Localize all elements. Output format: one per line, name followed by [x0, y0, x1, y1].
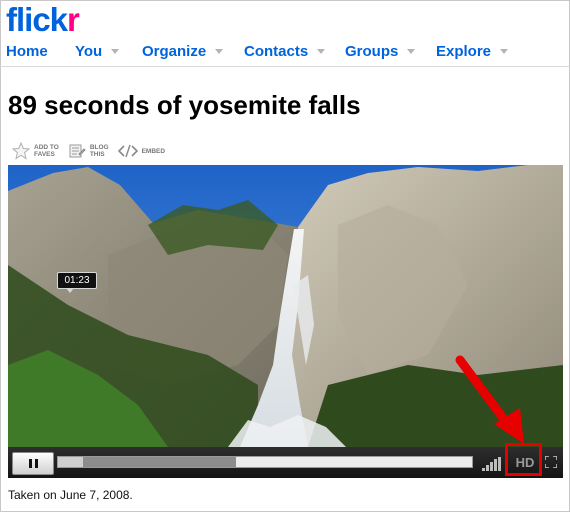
nav-label: Contacts	[244, 42, 309, 60]
buffered-progress	[58, 457, 236, 467]
nav-item-contacts[interactable]: Contacts	[244, 40, 326, 62]
photo-taken-date: Taken on June 7, 2008.	[8, 488, 133, 502]
nav-item-explore[interactable]: Explore	[436, 40, 509, 62]
player-controls: HD	[8, 447, 563, 478]
flickr-logo[interactable]: flickr	[6, 1, 80, 39]
time-tooltip: 01:23	[57, 272, 97, 293]
seek-bar[interactable]	[57, 456, 473, 468]
add-to-faves-button[interactable]: ADD TO FAVES	[12, 142, 59, 160]
star-icon	[12, 142, 30, 160]
signal-bars-icon	[482, 457, 504, 471]
embed-label: EMBED	[141, 147, 166, 155]
pause-icon	[29, 459, 32, 468]
chevron-down-icon[interactable]	[500, 48, 509, 54]
embed-button[interactable]: EMBED	[117, 142, 166, 160]
chevron-down-icon[interactable]	[111, 48, 120, 54]
add-to-faves-label: ADD TO FAVES	[34, 144, 59, 158]
nav-label: You	[75, 42, 103, 60]
nav-item-home[interactable]: Home	[6, 40, 48, 62]
nav-label: Groups	[345, 42, 399, 60]
main-nav: Home You Organize Contacts Groups Explor…	[0, 38, 570, 67]
nav-label: Organize	[142, 42, 207, 60]
pause-button[interactable]	[12, 452, 54, 475]
nav-item-groups[interactable]: Groups	[345, 40, 416, 62]
logo-text-accent: r	[67, 1, 80, 38]
blog-this-label: BLOG THIS	[89, 144, 109, 158]
chevron-down-icon[interactable]	[317, 48, 326, 54]
photo-actions: ADD TO FAVES BLOG THIS EMBED	[12, 139, 174, 163]
chevron-down-icon[interactable]	[215, 48, 224, 54]
logo-text-main: flick	[6, 1, 68, 38]
chevron-down-icon[interactable]	[407, 48, 416, 54]
page-title: 89 seconds of yosemite falls	[8, 90, 361, 120]
blog-this-button[interactable]: BLOG THIS	[68, 142, 109, 160]
nav-label: Explore	[436, 42, 492, 60]
nav-item-organize[interactable]: Organize	[142, 40, 224, 62]
played-progress	[58, 457, 83, 467]
arrow-annotation-icon	[455, 355, 524, 444]
nav-divider	[0, 66, 570, 67]
fullscreen-icon[interactable]	[545, 456, 557, 468]
code-brackets-icon	[117, 144, 138, 158]
nav-label: Home	[6, 42, 48, 60]
blog-icon	[69, 144, 86, 158]
nav-item-you[interactable]: You	[75, 40, 120, 62]
hd-highlight-box	[505, 443, 542, 476]
